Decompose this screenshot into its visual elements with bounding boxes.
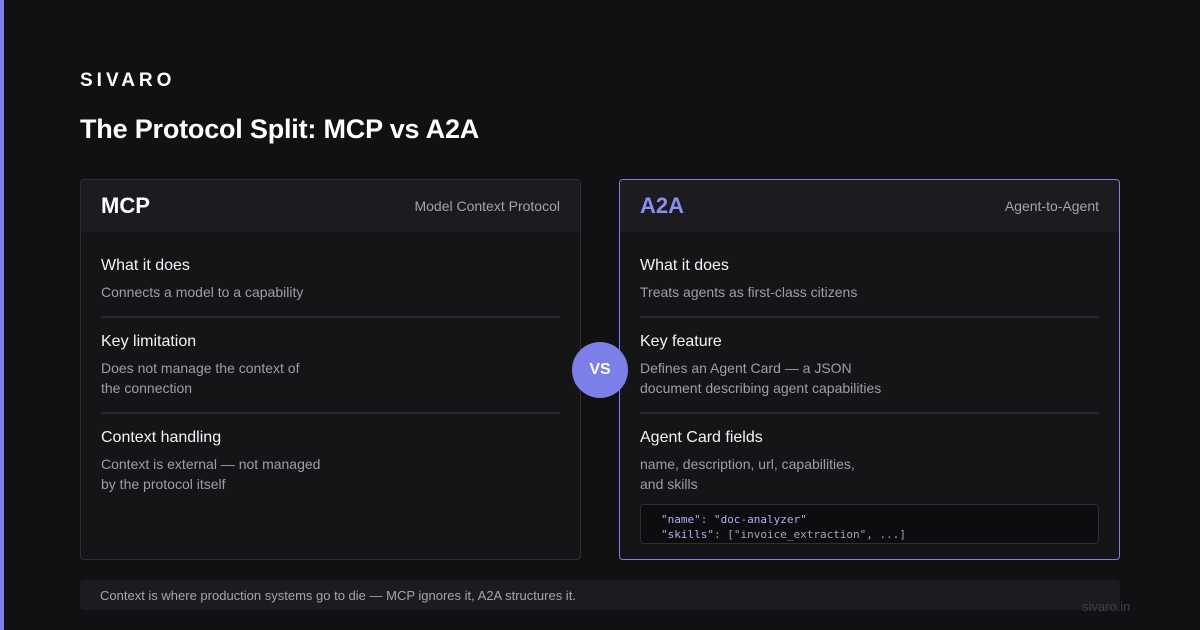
mcp-card-title: MCP — [101, 193, 150, 218]
mcp-card-body: What it does Connects a model to a capab… — [81, 232, 580, 508]
section-title: Key feature — [640, 333, 722, 350]
code-key: "name" — [661, 513, 701, 526]
a2a-section-fields: Agent Card fields name, description, url… — [640, 412, 1099, 558]
section-text-line: Connects a model to a capability — [101, 284, 304, 300]
section-title: What it does — [640, 257, 729, 274]
code-separator: : — [700, 513, 714, 526]
section-text-line: by the protocol itself — [101, 476, 226, 492]
section-text-line: name, description, url, capabilities, — [640, 456, 855, 472]
code-rest: : ["invoice_extraction", ...] — [713, 528, 907, 541]
section-text-line: document describing agent capabilities — [640, 380, 882, 396]
site-url: sivaro.in — [1082, 599, 1131, 614]
code-line: "skills": ["invoice_extraction", ...] — [661, 527, 1078, 542]
footer-note: Context is where production systems go t… — [80, 580, 1120, 610]
section-text-line: Defines an Agent Card — a JSON — [640, 360, 852, 376]
mcp-section-what: What it does Connects a model to a capab… — [101, 256, 560, 316]
vs-badge: VS — [572, 342, 628, 398]
mcp-section-limitation: Key limitation Does not manage the conte… — [101, 316, 560, 412]
a2a-card-body: What it does Treats agents as first-clas… — [620, 232, 1119, 558]
section-title: What it does — [101, 257, 190, 274]
section-text-line: Context is external — not managed — [101, 456, 321, 472]
a2a-card-title: A2A — [640, 193, 685, 218]
agent-card-code-snippet: "name": "doc-analyzer" "skills": ["invoi… — [640, 504, 1099, 544]
code-line: "name": "doc-analyzer" — [661, 512, 1078, 527]
section-text: Context is external — not managed by the… — [101, 454, 560, 494]
section-text-line: and skills — [640, 476, 698, 492]
a2a-section-feature: Key feature Defines an Agent Card — a JS… — [640, 316, 1099, 412]
section-text: Connects a model to a capability — [101, 282, 560, 302]
mcp-card: MCP Model Context Protocol What it does … — [80, 179, 581, 560]
section-text-line: the connection — [101, 380, 193, 396]
mcp-card-header: MCP Model Context Protocol — [81, 180, 580, 232]
section-title: Context handling — [101, 429, 222, 446]
section-title: Key limitation — [101, 333, 197, 350]
left-accent-bar — [0, 0, 4, 630]
section-text: Defines an Agent Card — a JSON document … — [640, 358, 1099, 398]
section-text: Treats agents as first-class citizens — [640, 282, 1099, 302]
a2a-card-subtitle: Agent-to-Agent — [1004, 198, 1099, 214]
brand-logo-text: SIVARO — [80, 70, 176, 91]
code-value: "doc-analyzer" — [714, 513, 807, 526]
a2a-card-header: A2A Agent-to-Agent — [620, 180, 1119, 232]
section-text-line: Does not manage the context of — [101, 360, 300, 376]
section-text: name, description, url, capabilities, an… — [640, 454, 1099, 494]
page-title: The Protocol Split: MCP vs A2A — [80, 114, 480, 144]
a2a-card: A2A Agent-to-Agent What it does Treats a… — [619, 179, 1120, 560]
a2a-section-what: What it does Treats agents as first-clas… — [640, 256, 1099, 316]
section-title: Agent Card fields — [640, 429, 763, 446]
mcp-card-subtitle: Model Context Protocol — [414, 198, 560, 214]
section-text: Does not manage the context of the conne… — [101, 358, 560, 398]
code-key: "skills" — [661, 528, 714, 541]
section-text-line: Treats agents as first-class citizens — [640, 284, 858, 300]
mcp-section-context: Context handling Context is external — n… — [101, 412, 560, 508]
